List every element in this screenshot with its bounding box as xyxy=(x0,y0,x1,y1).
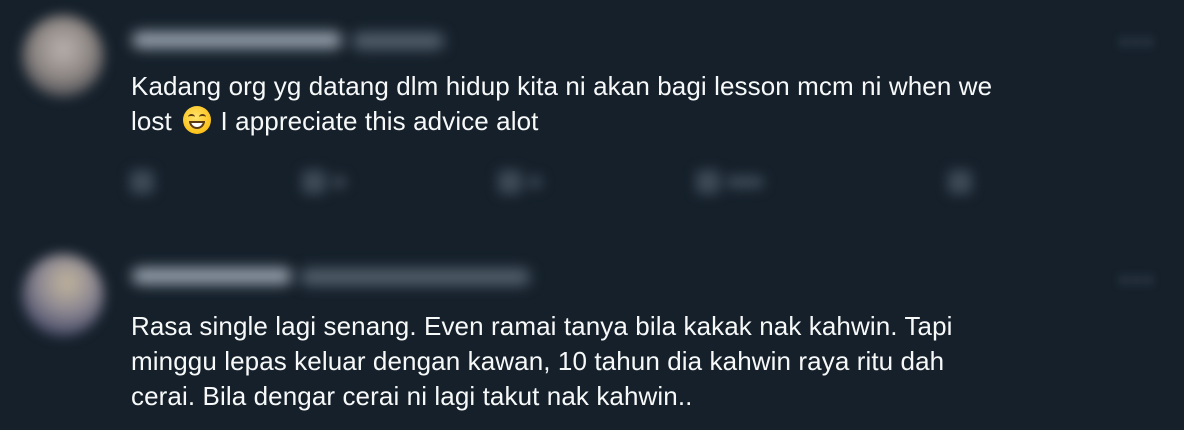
more-icon[interactable] xyxy=(1118,34,1158,45)
tweet-text-line: cerai. Bila dengar cerai ni lagi takut n… xyxy=(131,381,693,411)
tweet-text: Rasa single lagi senang. Even ramai tany… xyxy=(131,309,1161,414)
avatar[interactable] xyxy=(22,254,104,336)
tweet-text-line: minggu lepas keluar dengan kawan, 10 tah… xyxy=(131,346,945,376)
like-icon[interactable] xyxy=(498,170,542,198)
tweet-actions xyxy=(120,170,1020,202)
views-icon[interactable] xyxy=(696,170,764,198)
author-name-blurred[interactable] xyxy=(132,268,292,284)
reply-tweet[interactable]: Kadang org yg datang dlm hidup kita ni a… xyxy=(0,0,1184,232)
avatar[interactable] xyxy=(22,15,104,97)
tweet-text-segment: lost xyxy=(131,106,172,136)
retweet-icon[interactable] xyxy=(302,170,346,198)
tweet-text-line: Kadang org yg datang dlm hidup kita ni a… xyxy=(131,71,993,101)
author-handle-blurred xyxy=(300,269,530,285)
tweet-text-line: lost I appreciate this advice alot xyxy=(131,104,1161,139)
bookmark-icon[interactable] xyxy=(948,170,972,198)
reply-tweet[interactable]: Rasa single lagi senang. Even ramai tany… xyxy=(0,232,1184,430)
tweet-text-segment: I appreciate this advice alot xyxy=(220,106,539,136)
tweet-text-line: Rasa single lagi senang. Even ramai tany… xyxy=(131,311,953,341)
reply-feed: Kadang org yg datang dlm hidup kita ni a… xyxy=(0,0,1184,430)
more-icon[interactable] xyxy=(1118,272,1158,283)
author-name-blurred[interactable] xyxy=(132,32,342,48)
grinning-face-emoji-icon xyxy=(183,106,212,134)
reply-icon[interactable] xyxy=(130,170,154,198)
tweet-text: Kadang org yg datang dlm hidup kita ni a… xyxy=(131,69,1161,139)
author-handle-blurred xyxy=(352,33,444,49)
